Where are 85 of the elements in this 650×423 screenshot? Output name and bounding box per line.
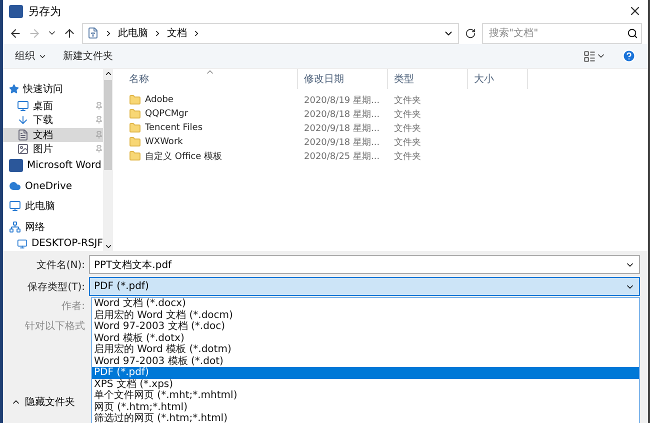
cloud-icon (9, 180, 21, 192)
file-type-label: 保存类型(T): (26, 280, 85, 294)
refresh-icon (465, 28, 476, 38)
chevron-right-icon (153, 28, 162, 38)
close-button[interactable] (628, 4, 642, 18)
pin-icon (95, 116, 103, 124)
list-view-icon (583, 50, 596, 62)
scroll-up-icon[interactable] (104, 69, 112, 78)
sidebar-item[interactable]: 桌面 (3, 99, 103, 114)
monitor-icon (17, 238, 28, 250)
sidebar-item[interactable]: DESKTOP-RSJF (3, 236, 103, 251)
help-icon (622, 49, 636, 63)
document-icon (87, 27, 99, 39)
sidebar-item[interactable]: 网络 (3, 216, 103, 237)
arrow-left-icon (9, 26, 22, 40)
arrow-right-icon (28, 26, 41, 40)
optimize-label: 针对以下格式 (24, 320, 85, 333)
file-name-cell[interactable]: Tencent Files (123, 122, 298, 134)
folder-icon (129, 94, 141, 106)
picture-icon (17, 142, 29, 155)
word-logo-icon (9, 4, 23, 18)
breadcrumb[interactable]: 文档 (167, 26, 187, 40)
document-icon (17, 128, 29, 141)
monitor-icon (9, 200, 21, 212)
pin-icon (95, 102, 103, 110)
scrollbar[interactable] (103, 69, 113, 251)
refresh-button[interactable] (465, 28, 476, 38)
type-cell-text: 文件夹 (393, 94, 422, 106)
date-cell-text: 2020/8/18 星期... (303, 108, 381, 120)
file-name-cell[interactable]: QQPCMgr (123, 108, 298, 120)
date-cell-text: 2020/8/19 星期... (303, 94, 381, 106)
date-cell-text: 2020/9/18 星期... (303, 122, 381, 134)
column-header[interactable]: 大小 (468, 69, 528, 89)
file-name-cell[interactable]: Adobe (123, 94, 298, 106)
sidebar-item[interactable]: 图片 (3, 142, 103, 156)
file-name-cell[interactable]: WXWork (123, 136, 298, 148)
pin-icon (95, 144, 103, 153)
type-cell-text: 文件夹 (393, 150, 422, 162)
arrow-up-icon (63, 26, 76, 40)
filename-label: 文件名(N): (35, 258, 85, 272)
organize-button[interactable]: 组织 (15, 49, 47, 63)
window-title: 另存为 (28, 4, 61, 18)
address-bar[interactable]: 此电脑 文档 (82, 22, 459, 44)
back-button[interactable] (9, 26, 22, 40)
view-button[interactable] (583, 50, 606, 62)
file-type-option[interactable]: PDF (*.pdf) (92, 367, 639, 378)
folder-icon (129, 150, 141, 162)
type-cell-text: 文件夹 (393, 122, 422, 134)
new-folder-button[interactable]: 新建文件夹 (63, 49, 113, 63)
chevron-right-icon (104, 28, 113, 38)
column-header[interactable]: 名称 (123, 69, 298, 89)
search-field[interactable]: 搜索"文档" (482, 22, 642, 44)
search-icon (627, 28, 638, 38)
sidebar-item[interactable]: 文档 (3, 128, 103, 142)
arrow-down-icon (17, 114, 29, 126)
column-header[interactable]: 修改日期 (298, 69, 388, 89)
help-button[interactable] (622, 49, 636, 63)
type-cell-text: 文件夹 (393, 136, 422, 148)
close-icon (628, 4, 642, 18)
breadcrumb[interactable]: 此电脑 (118, 26, 148, 40)
date-cell-text: 2020/8/25 星期... (303, 150, 381, 162)
sidebar-item[interactable]: OneDrive (3, 176, 103, 196)
star-icon (9, 84, 19, 94)
column-header[interactable]: 类型 (388, 69, 468, 89)
folder-icon (129, 136, 141, 148)
pin-icon (95, 130, 103, 139)
folder-icon (129, 122, 141, 134)
author-label: 作者: (60, 300, 85, 313)
hide-folders-button[interactable]: 隐藏文件夹 (11, 395, 75, 409)
sidebar-item[interactable]: 此电脑 (3, 196, 103, 217)
folder-icon (129, 108, 141, 120)
type-cell-text: 文件夹 (393, 108, 422, 120)
date-cell-text: 2020/9/18 星期... (303, 136, 381, 148)
sidebar-item[interactable]: Microsoft Word (3, 156, 103, 176)
filename-field[interactable]: PPT文档文本.pdf (89, 255, 640, 274)
word-logo-icon (9, 159, 23, 172)
file-type-select[interactable]: PDF (*.pdf) (89, 277, 640, 296)
up-button[interactable] (63, 26, 76, 40)
monitor-icon (17, 100, 29, 112)
sidebar-item[interactable]: 下载 (3, 113, 103, 128)
chevron-right-icon (192, 28, 201, 38)
sidebar-item[interactable]: 快速访问 (3, 79, 103, 100)
scroll-down-icon[interactable] (104, 242, 112, 251)
file-name-cell[interactable]: 自定义 Office 模板 (123, 150, 298, 162)
network-icon (9, 220, 21, 233)
